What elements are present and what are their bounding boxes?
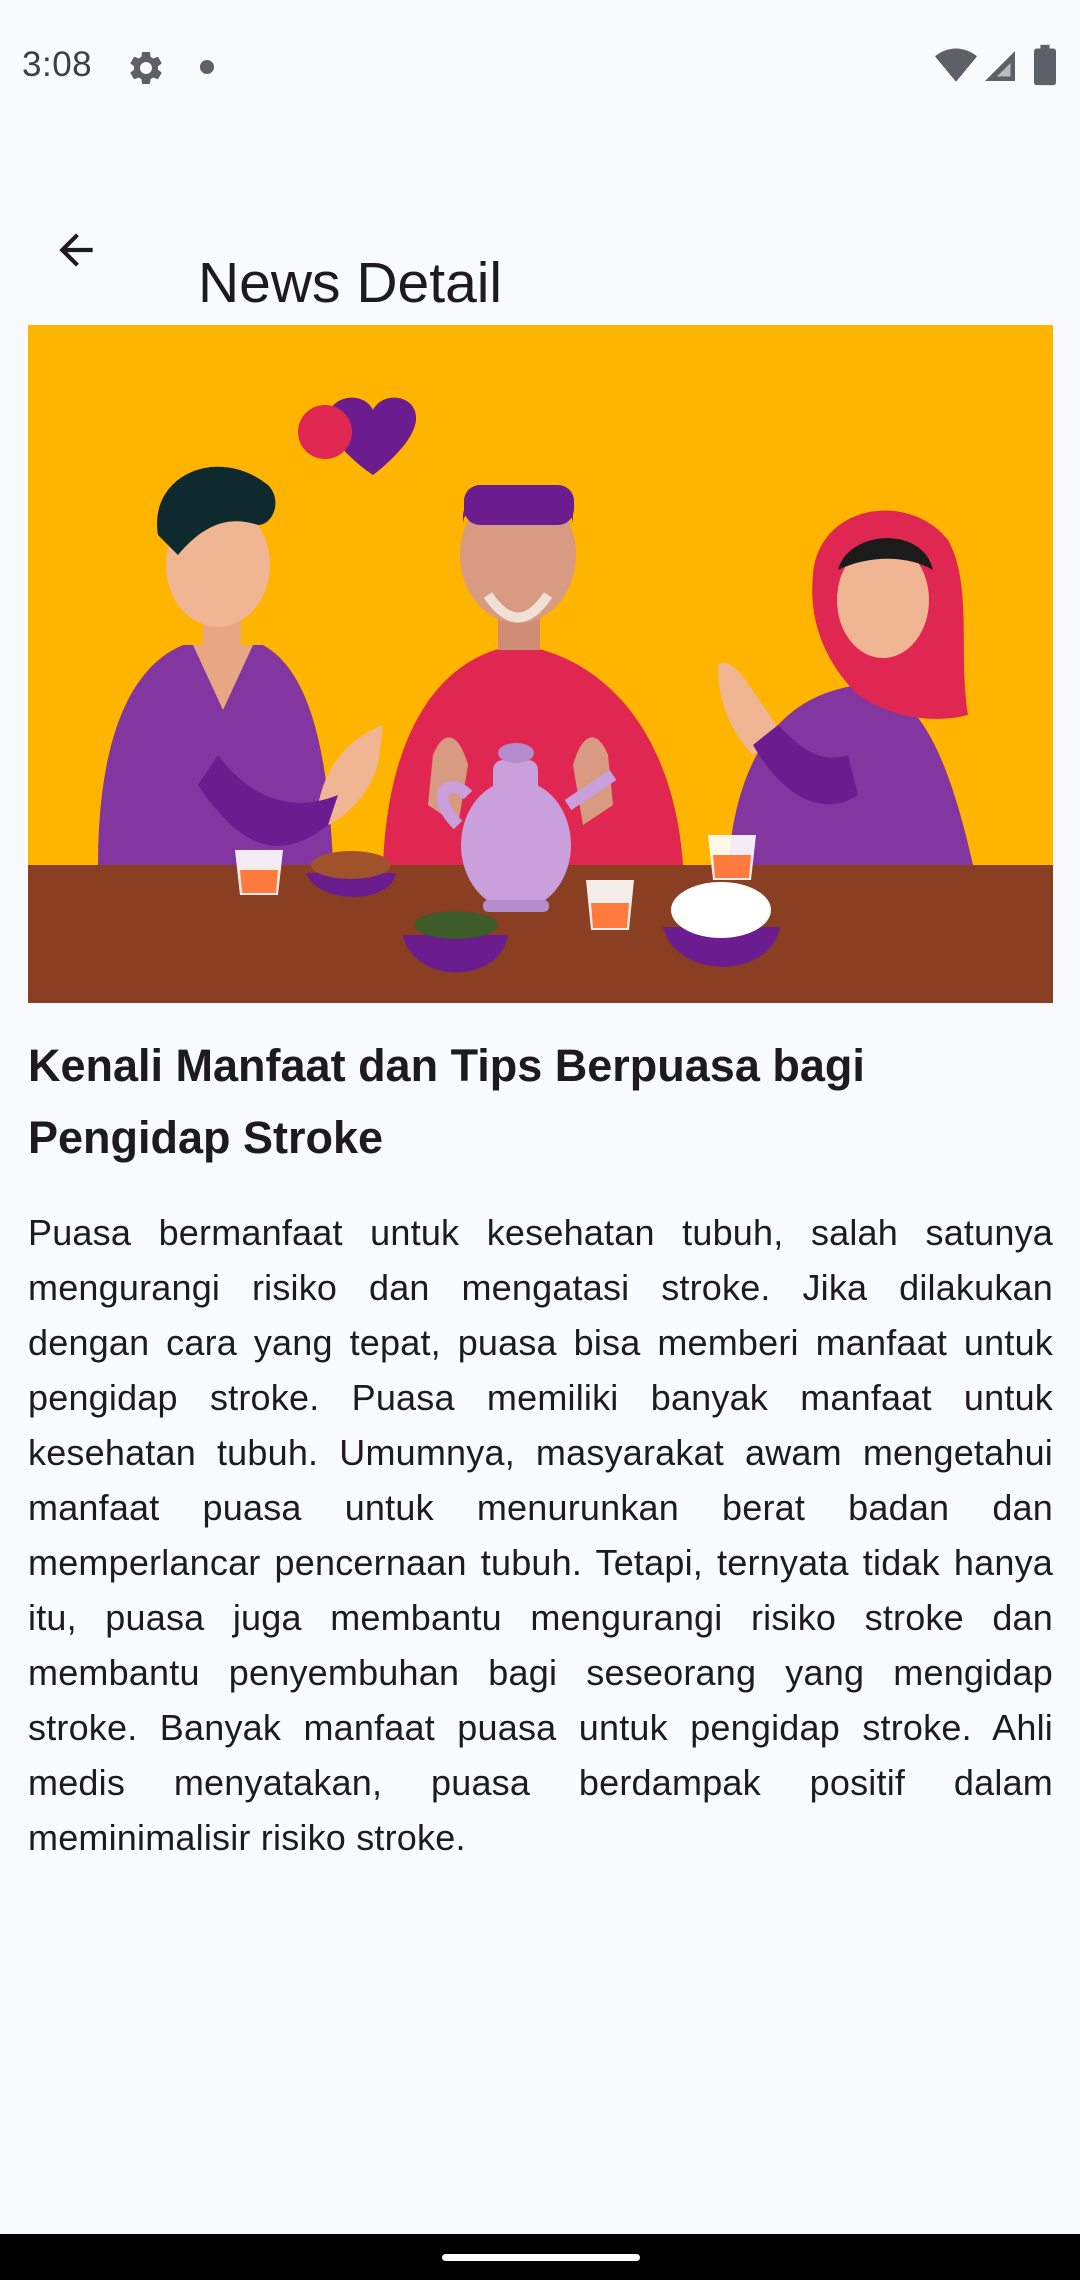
notification-dot-icon bbox=[200, 60, 214, 74]
family-iftar-illustration bbox=[28, 325, 1053, 1003]
settings-gear-icon bbox=[130, 51, 162, 84]
page-title: News Detail bbox=[198, 251, 503, 316]
top-app-bar: News Detail bbox=[0, 180, 1080, 315]
battery-icon bbox=[1034, 44, 1056, 86]
article-body: Puasa bermanfaat untuk kesehatan tubuh, … bbox=[28, 1212, 1053, 1858]
status-time: 3:08 bbox=[22, 45, 93, 84]
cell-signal-icon bbox=[985, 51, 1015, 81]
article-hero-image bbox=[28, 325, 1053, 1003]
wifi-icon bbox=[935, 48, 977, 82]
system-navigation-bar bbox=[0, 2234, 1080, 2280]
article-title: Kenali Manfaat dan Tips Berpuasa bagi Pe… bbox=[28, 1040, 865, 1163]
status-bar: 3:08 bbox=[0, 0, 1080, 135]
back-button[interactable] bbox=[36, 210, 116, 290]
home-indicator[interactable] bbox=[442, 2254, 640, 2261]
arrow-back-icon bbox=[59, 233, 93, 267]
